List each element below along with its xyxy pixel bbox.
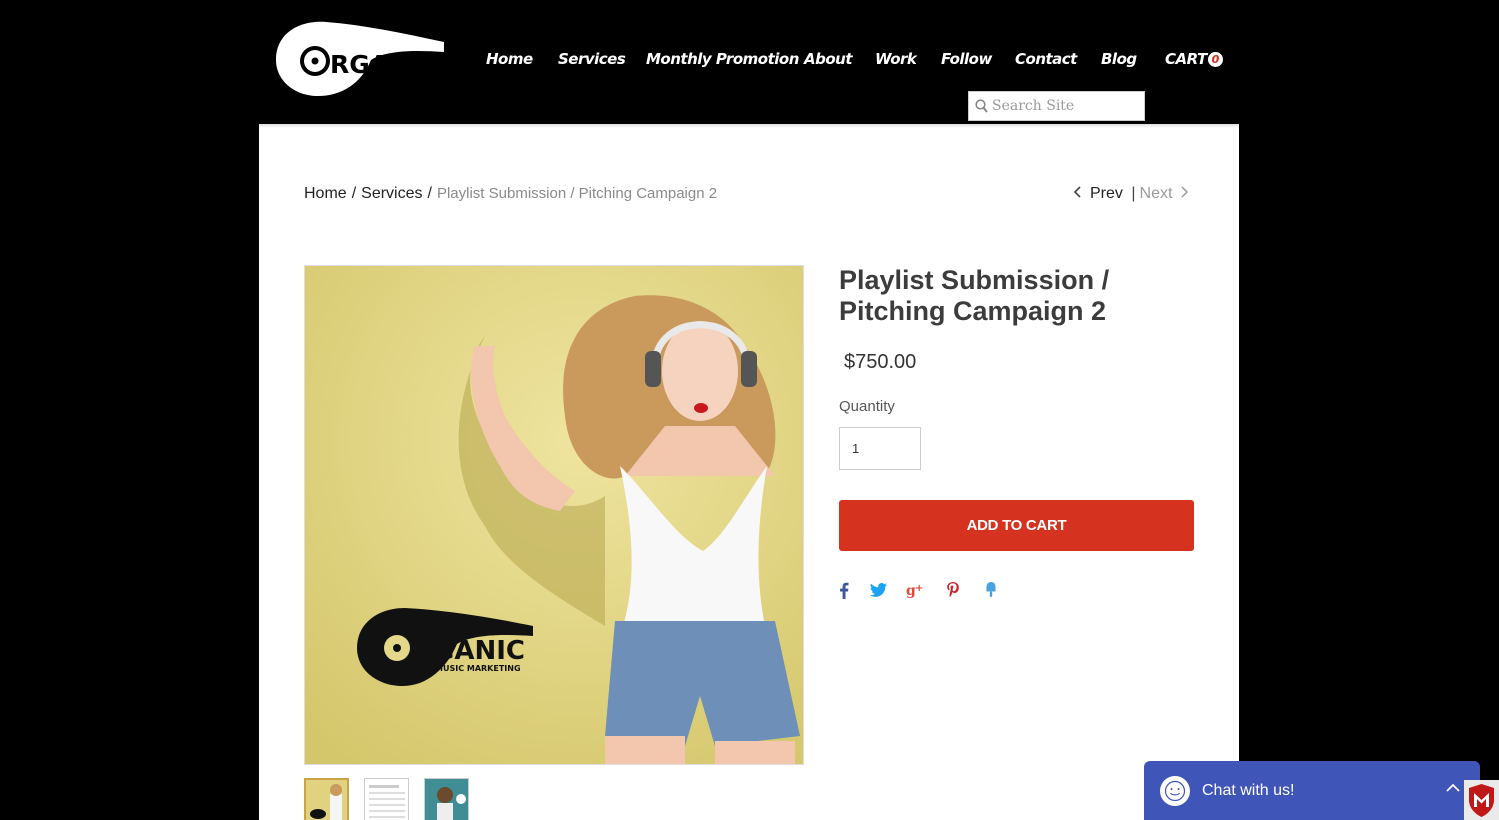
chat-widget[interactable]: Chat with us! <box>1144 761 1480 820</box>
search-icon <box>975 99 988 113</box>
cart-label: CART <box>1165 50 1207 68</box>
product-price: $750.00 <box>844 351 917 373</box>
nav-about[interactable]: About <box>804 50 853 68</box>
pager-divider: | <box>1131 185 1136 202</box>
thumbnail-2[interactable] <box>364 778 409 820</box>
thumbnail-3[interactable] <box>424 778 469 820</box>
breadcrumb-services[interactable]: Services <box>361 185 422 202</box>
cart-link[interactable]: CART 0 <box>1165 50 1223 68</box>
panel-divider <box>259 124 1239 128</box>
page: RGANIC MUSIC MARKETING Home Services Mon… <box>0 0 1499 820</box>
image-logo-word: RGANIC <box>413 636 525 666</box>
security-shield-icon[interactable] <box>1464 780 1499 820</box>
nav-follow[interactable]: Follow <box>941 50 992 68</box>
nav-contact[interactable]: Contact <box>1015 50 1077 68</box>
chevron-up-icon <box>1446 783 1460 792</box>
add-to-cart-button[interactable]: ADD TO CART <box>839 500 1194 551</box>
next-label: Next <box>1139 185 1173 202</box>
cart-count-badge: 0 <box>1207 52 1223 67</box>
fancy-icon[interactable] <box>982 580 1000 600</box>
prev-link[interactable]: Prev <box>1072 185 1127 202</box>
prev-label: Prev <box>1090 185 1123 202</box>
search-input[interactable] <box>992 98 1142 114</box>
pinterest-icon[interactable] <box>944 580 962 600</box>
image-logo-tagline: MUSIC MARKETING <box>435 664 521 673</box>
site-logo[interactable]: RGANIC MUSIC MARKETING <box>276 20 446 98</box>
svg-text:+: + <box>915 583 923 594</box>
thumbnail-strip <box>304 778 469 820</box>
chevron-left-icon <box>1073 186 1081 198</box>
breadcrumb: Home / Services / Playlist Submission / Pitc… <box>304 185 717 203</box>
chat-label: Chat with us! <box>1202 781 1295 799</box>
thumbnail-1[interactable] <box>304 778 349 820</box>
nav-services[interactable]: Services <box>558 50 626 68</box>
product-image[interactable]: RGANIC MUSIC MARKETING <box>304 265 804 765</box>
quantity-input[interactable] <box>839 427 921 470</box>
logo-tagline: MUSIC MARKETING <box>369 75 426 82</box>
next-link[interactable]: Next <box>1140 185 1191 202</box>
product-pager: Prev | Next <box>1072 185 1190 203</box>
nav-work[interactable]: Work <box>875 50 917 68</box>
quantity-label: Quantity <box>839 398 895 415</box>
facebook-icon[interactable] <box>835 580 853 600</box>
search-box <box>968 91 1145 121</box>
nav-monthly-promotion[interactable]: Monthly Promotion <box>646 50 799 68</box>
breadcrumb-current: Playlist Submission / Pitching Campaign … <box>436 185 718 202</box>
product-title: Playlist Submission / Pitching Campaign … <box>839 265 1110 326</box>
twitter-icon[interactable] <box>869 580 887 600</box>
google-plus-icon[interactable]: g + <box>906 580 924 600</box>
nav-blog[interactable]: Blog <box>1101 50 1137 68</box>
chevron-right-icon <box>1181 186 1189 198</box>
breadcrumb-separator: / <box>427 185 432 202</box>
smiley-icon <box>1160 775 1190 806</box>
breadcrumb-home[interactable]: Home <box>304 185 347 202</box>
breadcrumb-separator: / <box>351 185 357 202</box>
nav-home[interactable]: Home <box>486 50 533 68</box>
